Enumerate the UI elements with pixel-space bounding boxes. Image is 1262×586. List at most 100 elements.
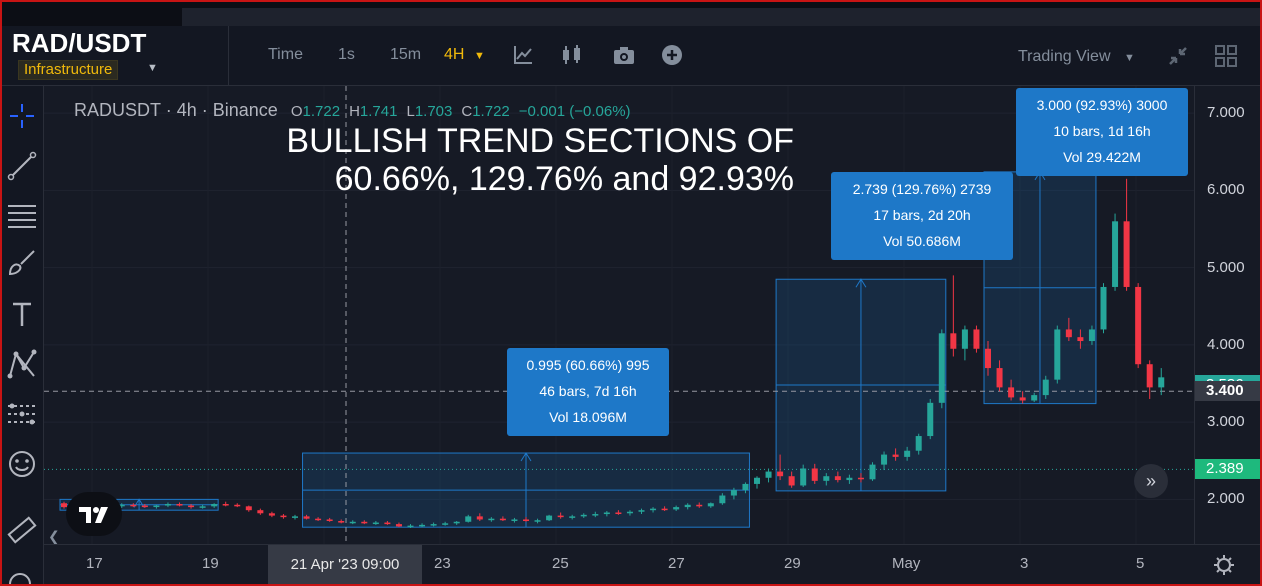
price-axis[interactable]: 7.0006.0005.0004.0003.0002.000 3.586 3.4… bbox=[1194, 86, 1261, 544]
layout-grid-icon[interactable] bbox=[1214, 44, 1238, 68]
candle bbox=[292, 516, 298, 518]
candle bbox=[592, 514, 599, 516]
fib-lines-icon[interactable] bbox=[6, 198, 38, 230]
legend-c-label: C bbox=[461, 103, 473, 120]
pattern-icon[interactable] bbox=[6, 348, 38, 380]
measure-2-bars: 17 bars, 2d 20h bbox=[873, 207, 971, 223]
candle bbox=[199, 506, 206, 508]
candle bbox=[1088, 329, 1095, 342]
emoji-icon[interactable] bbox=[6, 448, 38, 480]
measure-1-change: 0.995 (60.66%) 995 bbox=[526, 357, 650, 373]
time-label: 23 bbox=[434, 555, 451, 572]
legend-h-label: H bbox=[349, 103, 360, 120]
indicators-icon[interactable] bbox=[512, 44, 534, 66]
candle bbox=[626, 511, 633, 514]
candle bbox=[476, 516, 483, 520]
interval-1s-button[interactable]: 1s bbox=[338, 46, 355, 64]
candle bbox=[569, 516, 576, 518]
candle bbox=[927, 402, 934, 437]
candle bbox=[361, 521, 368, 524]
candle bbox=[222, 504, 229, 506]
candle bbox=[557, 515, 564, 518]
legend-high: 1.741 bbox=[359, 103, 398, 120]
legend-open: 1.722 bbox=[302, 103, 341, 120]
candle bbox=[603, 512, 610, 515]
candle bbox=[257, 510, 264, 514]
candle bbox=[1065, 329, 1072, 338]
chart-pane[interactable]: RADUSDT · 4h · Binance O1.722 H1.741 L1.… bbox=[44, 86, 1194, 544]
time-axis[interactable]: 17 19 21 Apr '23 09:00 23 25 27 29 May 3… bbox=[44, 544, 1260, 585]
measure-2-change: 2.739 (129.76%) 2739 bbox=[852, 181, 992, 197]
tv-logo-icon bbox=[79, 507, 108, 523]
candle bbox=[800, 468, 807, 486]
candle bbox=[892, 454, 899, 457]
candle bbox=[754, 477, 760, 484]
trading-view-selector[interactable]: Trading View bbox=[1018, 48, 1111, 66]
candle bbox=[442, 523, 449, 525]
candle bbox=[1054, 329, 1061, 380]
candle bbox=[1019, 397, 1026, 401]
candle bbox=[777, 471, 784, 477]
candle bbox=[395, 524, 402, 527]
legend-interval: 4h bbox=[176, 100, 197, 120]
candle bbox=[950, 333, 957, 349]
price-label: 7.000 bbox=[1207, 104, 1245, 122]
candle bbox=[326, 519, 333, 522]
brush-icon[interactable] bbox=[6, 246, 38, 278]
candle bbox=[1158, 377, 1165, 388]
collapse-left-icon[interactable]: ❮ bbox=[48, 528, 60, 545]
candle bbox=[338, 521, 345, 523]
candle bbox=[881, 454, 888, 465]
candle bbox=[1135, 286, 1142, 365]
candle bbox=[245, 506, 252, 511]
annotation-line-1: BULLISH TREND SECTIONS OF bbox=[286, 122, 794, 160]
candle bbox=[1146, 364, 1153, 388]
candle bbox=[996, 368, 1003, 388]
price-label: 2.000 bbox=[1207, 490, 1245, 508]
add-icon[interactable] bbox=[660, 43, 684, 67]
candle bbox=[1008, 387, 1015, 398]
category-tag[interactable]: Infrastructure bbox=[18, 60, 119, 80]
scroll-to-realtime-button[interactable]: » bbox=[1134, 464, 1168, 498]
crosshair-icon[interactable] bbox=[6, 100, 38, 132]
zoom-in-icon[interactable] bbox=[6, 564, 38, 586]
time-label: May bbox=[892, 555, 921, 572]
candle bbox=[834, 476, 841, 481]
interval-dropdown-icon[interactable]: ▼ bbox=[474, 50, 485, 62]
measure-3-bars: 10 bars, 1d 16h bbox=[1053, 123, 1151, 139]
candle bbox=[268, 513, 275, 516]
candle bbox=[1077, 337, 1084, 342]
candle bbox=[315, 518, 322, 521]
candle-type-icon[interactable] bbox=[560, 44, 584, 66]
candle bbox=[153, 505, 160, 508]
price-label: 3.000 bbox=[1207, 413, 1245, 431]
camera-icon[interactable] bbox=[612, 44, 636, 66]
measure-2-volume: Vol 50.686M bbox=[883, 233, 961, 249]
collapse-icon[interactable] bbox=[1166, 44, 1190, 68]
time-label: 3 bbox=[1020, 555, 1029, 572]
candle bbox=[211, 504, 218, 507]
interval-time-button[interactable]: Time bbox=[268, 46, 303, 64]
candle bbox=[372, 522, 379, 525]
candle bbox=[384, 522, 391, 525]
trend-line-icon[interactable] bbox=[6, 150, 38, 182]
symbol-title[interactable]: RAD/USDT bbox=[12, 28, 146, 59]
double-chevron-right-icon: » bbox=[1145, 471, 1156, 491]
drawing-toolbar bbox=[2, 86, 44, 586]
ruler-icon[interactable] bbox=[6, 514, 38, 546]
interval-15m-button[interactable]: 15m bbox=[390, 46, 421, 64]
chevron-down-icon[interactable]: ▼ bbox=[147, 62, 158, 74]
candle bbox=[349, 521, 356, 524]
interval-4h-button[interactable]: 4H bbox=[444, 46, 464, 64]
candle bbox=[915, 436, 922, 451]
candle bbox=[1112, 221, 1119, 287]
time-label: 5 bbox=[1136, 555, 1145, 572]
chevron-down-icon[interactable]: ▼ bbox=[1124, 52, 1135, 64]
time-label: 19 bbox=[202, 555, 219, 572]
prediction-icon[interactable] bbox=[6, 398, 38, 430]
settings-gear-icon[interactable] bbox=[1212, 553, 1236, 577]
tradingview-logo[interactable] bbox=[66, 492, 122, 536]
candle bbox=[580, 514, 587, 517]
text-icon[interactable] bbox=[6, 298, 38, 330]
measure-3-change: 3.000 (92.93%) 3000 bbox=[1036, 97, 1168, 113]
